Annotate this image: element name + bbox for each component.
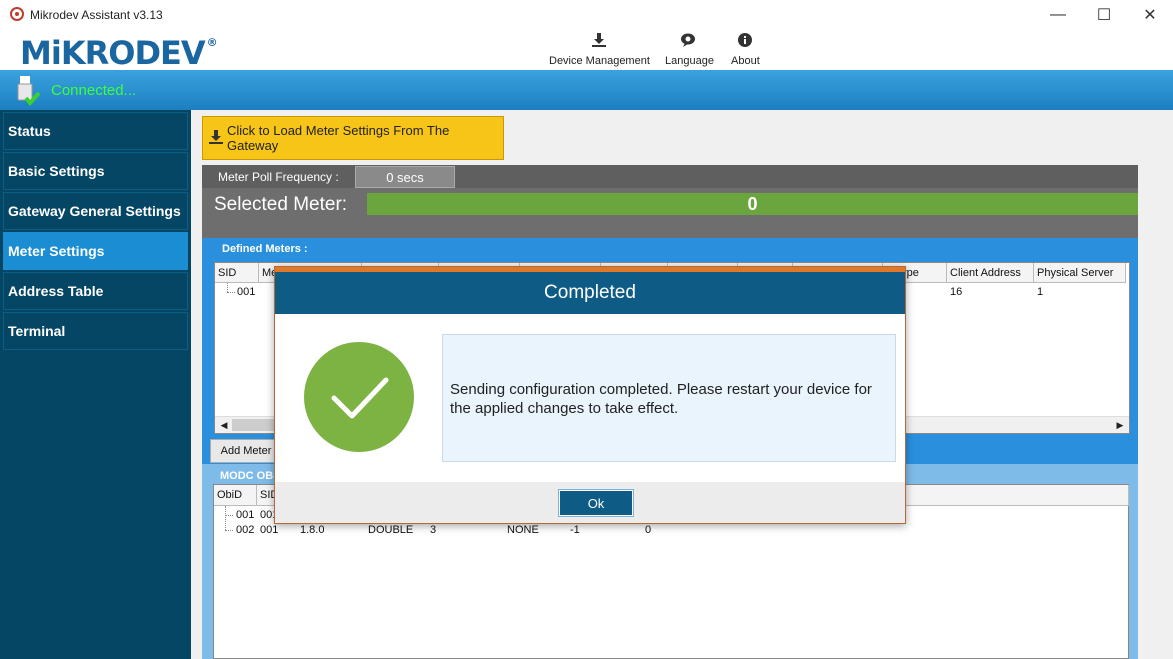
app-header: MiKRODEV ® Device Management Language Abo… (0, 30, 1173, 72)
tree-connector (225, 530, 233, 531)
column-header[interactable]: ObiD (214, 485, 257, 506)
sidebar-item-address-table[interactable]: Address Table (3, 272, 188, 310)
load-meter-settings-label: Click to Load Meter Settings From The Ga… (227, 123, 450, 153)
info-icon (737, 33, 753, 49)
tree-connector (225, 515, 233, 516)
tree-connector (225, 506, 226, 530)
window-title: Mikrodev Assistant v3.13 (30, 8, 163, 22)
mikrodev-logo: MiKRODEV ® (20, 34, 218, 72)
column-header[interactable]: Physical Server (1034, 263, 1126, 283)
dialog-title: Completed (275, 272, 905, 314)
title-bar: Mikrodev Assistant v3.13 — ☐ ✕ (0, 0, 1173, 30)
dialog-footer: Ok (275, 482, 905, 523)
obis-cell-code: 1.8.0 (300, 524, 325, 536)
logo-part1: MiKRO (20, 34, 135, 72)
scroll-right-icon[interactable]: ▶ (1113, 419, 1127, 432)
download-icon (209, 129, 223, 147)
add-meter-button[interactable]: Add Meter (210, 439, 282, 463)
selected-meter-value: 0 (367, 193, 1138, 215)
dialog-body: Sending configuration completed. Please … (275, 314, 905, 482)
obis-panel-title: MODC OBI (220, 470, 277, 482)
poll-frequency-value[interactable]: 0 secs (355, 166, 455, 188)
sidebar-item-terminal[interactable]: Terminal (3, 312, 188, 350)
tree-connector (227, 283, 228, 292)
completed-dialog: Completed Sending configuration complete… (274, 266, 906, 524)
download-icon (591, 33, 607, 49)
column-header[interactable]: SID (215, 263, 259, 283)
obis-cell-scale: NONE (507, 524, 539, 536)
usb-connected-icon (16, 76, 41, 107)
poll-frequency-label: Meter Poll Frequency : (218, 170, 339, 184)
sidebar: Status Basic Settings Gateway General Se… (0, 110, 191, 659)
obis-cell-type: DOUBLE (368, 524, 414, 536)
obis-cell-sid: 001 (260, 524, 279, 536)
tree-connector (227, 292, 235, 293)
language-label: Language (665, 55, 714, 67)
sidebar-item-meter-settings[interactable]: Meter Settings (3, 232, 188, 270)
obis-cell-length: 3 (430, 524, 437, 536)
device-management-button[interactable]: Device Management (549, 33, 650, 67)
app-icon (10, 7, 24, 21)
success-check-icon (304, 342, 414, 452)
about-label: About (731, 55, 760, 67)
language-button[interactable]: Language (665, 33, 714, 67)
table-cell-sid: 001 (237, 286, 256, 298)
obis-cell-obid: 001 (236, 509, 255, 521)
ok-button[interactable]: Ok (558, 489, 634, 517)
minimize-button[interactable]: — (1035, 0, 1081, 30)
load-meter-settings-button[interactable]: Click to Load Meter Settings From The Ga… (202, 116, 504, 160)
dialog-message-box: Sending configuration completed. Please … (442, 334, 896, 462)
device-management-label: Device Management (549, 55, 650, 67)
logo-part2: DEV (134, 34, 205, 72)
sidebar-item-status[interactable]: Status (3, 112, 188, 150)
selected-meter-row: Selected Meter: 0 (202, 188, 1138, 238)
sidebar-item-basic-settings[interactable]: Basic Settings (3, 152, 188, 190)
close-button[interactable]: ✕ (1127, 0, 1173, 30)
maximize-button[interactable]: ☐ (1081, 0, 1127, 30)
poll-frequency-row: Meter Poll Frequency : 0 secs (202, 165, 1138, 188)
logo-reg: ® (206, 36, 218, 49)
about-button[interactable]: About (731, 33, 760, 67)
scroll-left-icon[interactable]: ◀ (217, 419, 231, 432)
connection-status-text: Connected... (51, 82, 137, 99)
obis-cell-value2: 0 (645, 524, 652, 536)
column-header[interactable]: Client Address (947, 263, 1034, 283)
dialog-message: Sending configuration completed. Please … (450, 381, 872, 417)
selected-meter-label: Selected Meter: (214, 194, 348, 215)
connection-status-bar: Connected... (0, 70, 1173, 110)
obis-cell-value1: -1 (570, 524, 580, 536)
table-cell-physical-server: 1 (1037, 286, 1044, 298)
language-icon (681, 33, 697, 49)
defined-meters-title: Defined Meters : (222, 243, 308, 255)
sidebar-item-gateway-general-settings[interactable]: Gateway General Settings (3, 192, 188, 230)
obis-cell-obid: 002 (236, 524, 255, 536)
table-cell-client-address: 16 (950, 286, 963, 298)
